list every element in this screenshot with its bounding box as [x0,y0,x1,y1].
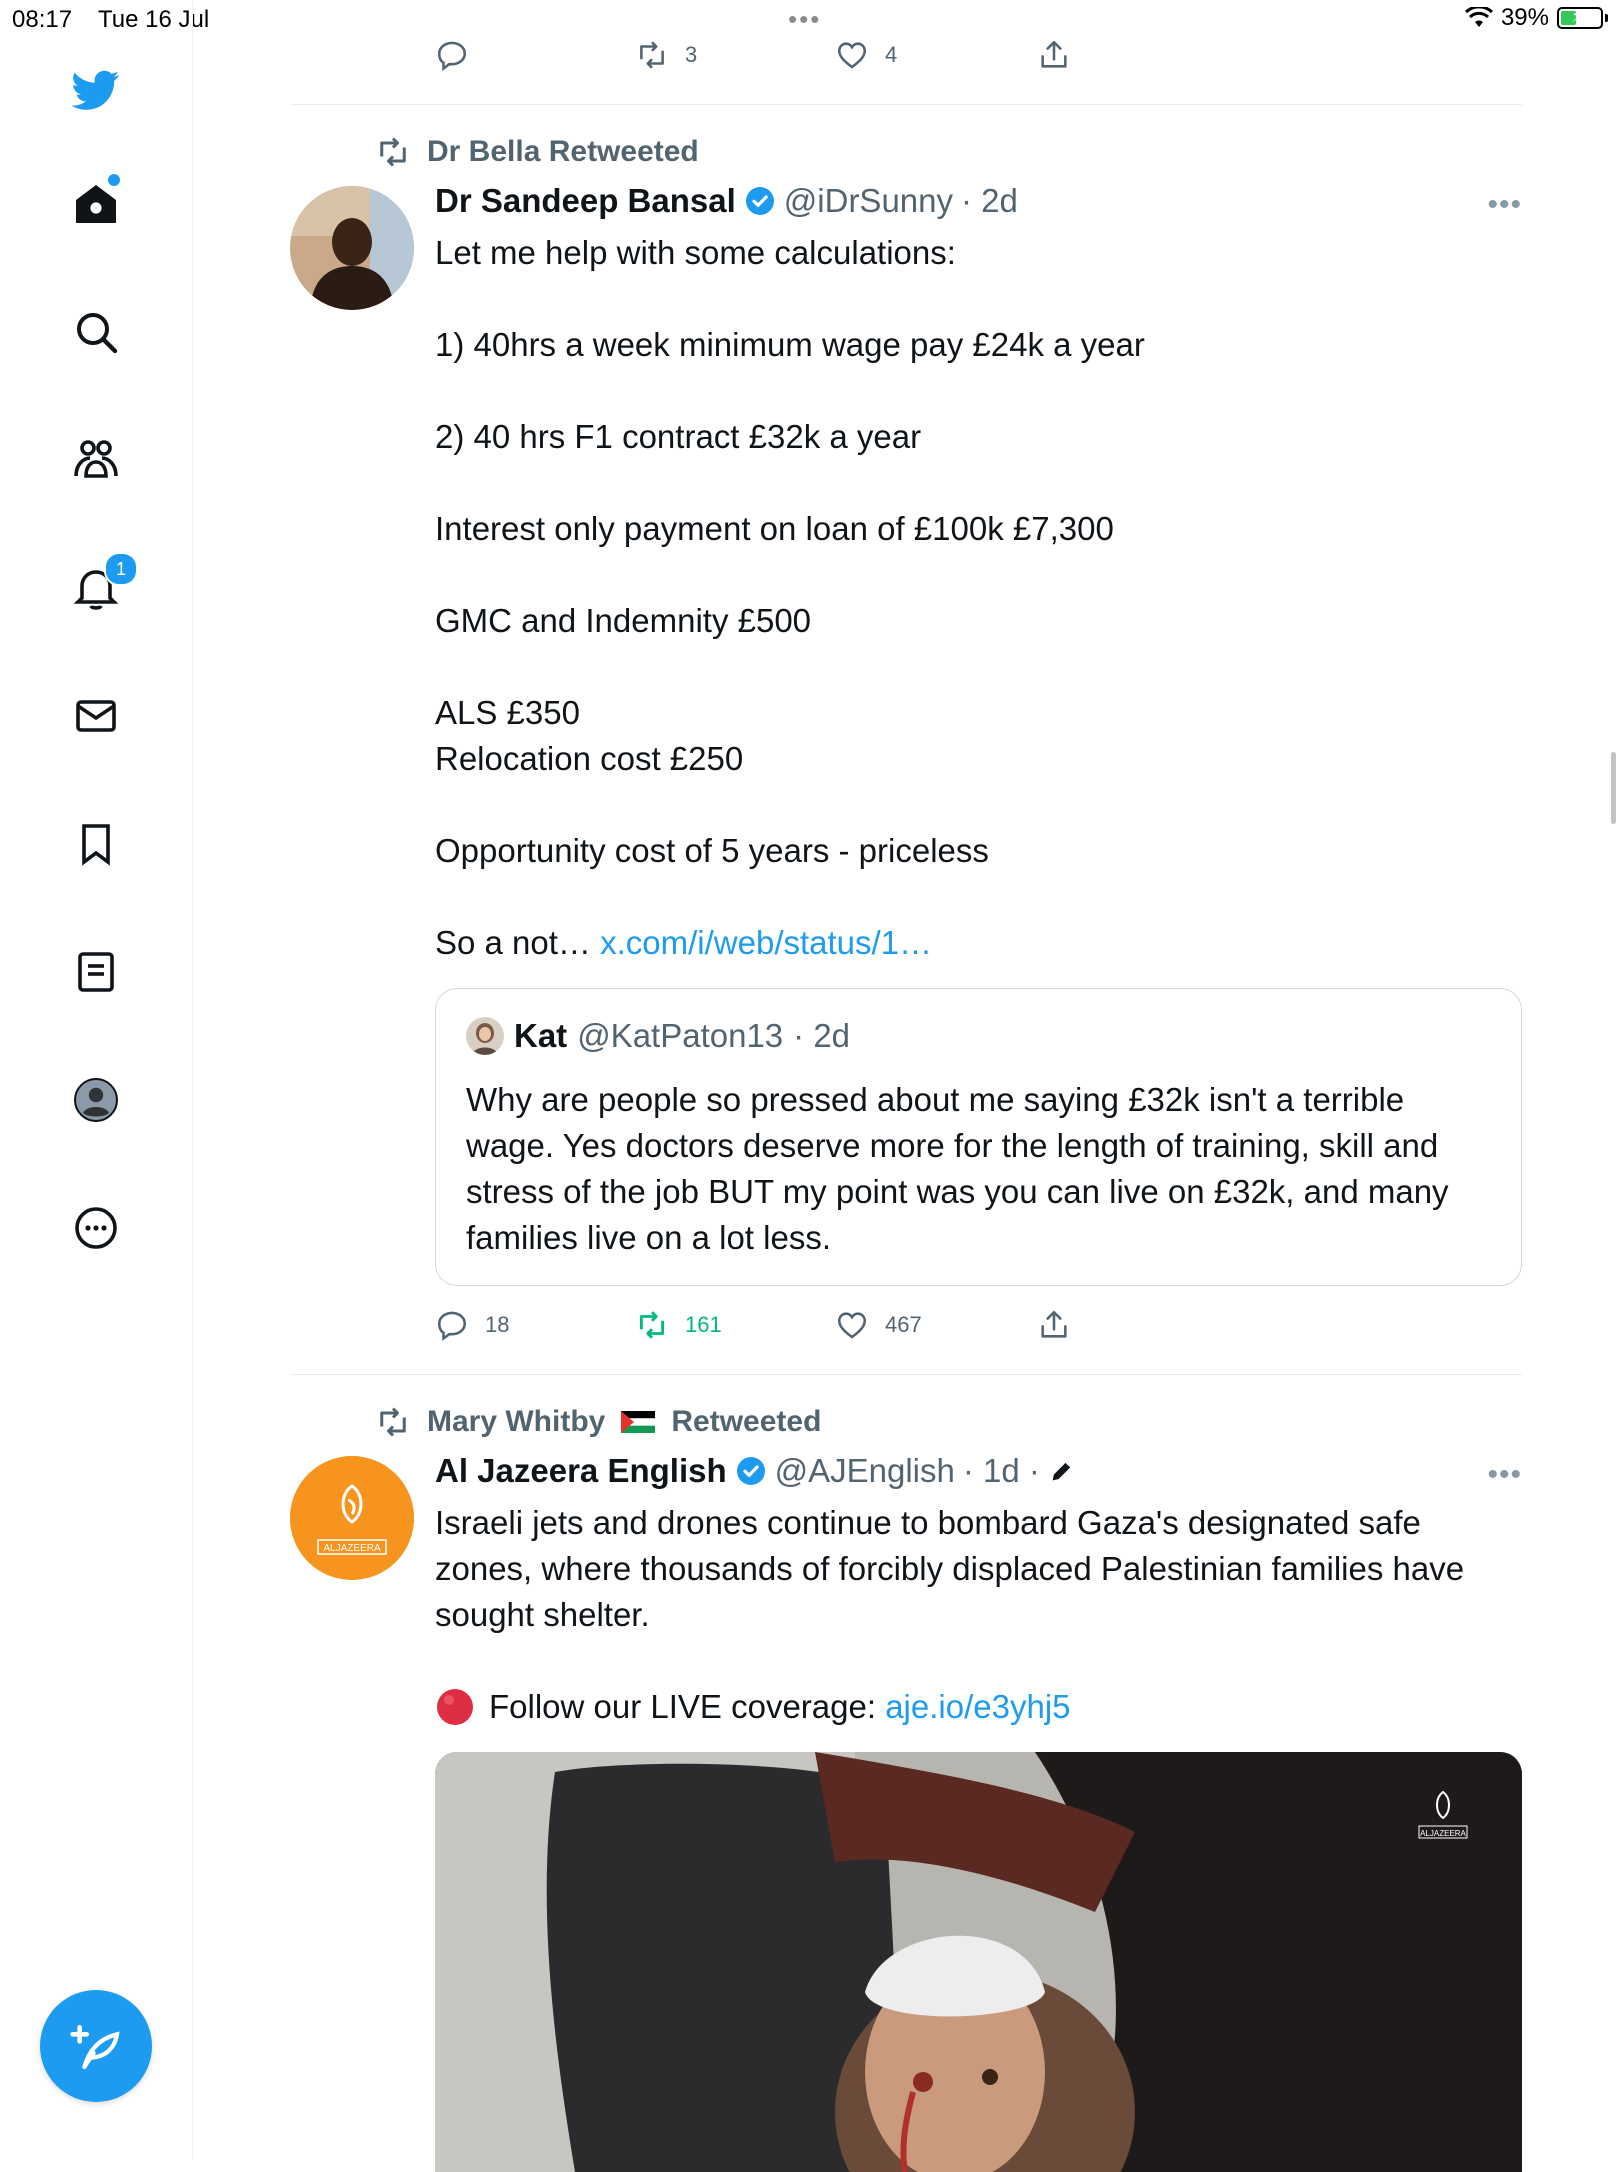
more-options-icon[interactable] [64,1196,128,1260]
watermark-text: ALJAZEERA [1420,1829,1466,1838]
author-avatar[interactable] [290,186,414,310]
author-handle[interactable]: @iDrSunny [784,182,953,220]
profile-avatar-icon[interactable] [64,1068,128,1132]
prev-tweet-actions: 3 4 [435,38,1071,72]
notifications-badge: 1 [104,552,138,586]
retweet-icon [380,1407,406,1437]
twitter-logo-icon[interactable] [64,58,128,122]
status-indicators: 39% ⚡ [1464,4,1608,32]
reply-icon [437,1311,467,1342]
tweet-body: Let me help with some calculations: 1) 4… [435,234,1145,961]
like-count: 467 [885,1312,922,1337]
quoted-tweet[interactable]: Kat @KatPaton13 · 2d Why are people so p… [435,988,1522,1286]
like-button[interactable]: 4 [835,38,1037,72]
notifications-bell-icon[interactable]: 1 [64,552,138,620]
retweeter-name[interactable]: Mary Whitby [427,1405,605,1439]
retweet-context-text[interactable]: Dr Bella Retweeted [427,135,699,169]
share-icon [1041,40,1067,68]
heart-icon [837,1312,867,1339]
reply-button[interactable] [435,38,635,72]
retweet-context: Dr Bella Retweeted [375,134,699,170]
wifi-icon [1464,7,1493,27]
edited-pencil-icon[interactable] [1048,1457,1076,1485]
tweet-timestamp[interactable]: · 1d · [963,1452,1040,1490]
battery-percent: 39% [1500,4,1549,31]
quoted-author-name: Kat [514,1017,568,1054]
author-avatar[interactable]: ALJAZEERA [290,1456,414,1580]
tweet-text: Let me help with some calculations: 1) 4… [435,230,1525,966]
verified-badge-icon [745,187,774,215]
bookmarks-icon[interactable] [64,812,128,876]
battery-icon: ⚡ [1557,6,1603,29]
quoted-tweet-header: Kat @KatPaton13 · 2d [466,1017,850,1055]
tweet-divider [290,1374,1522,1375]
live-coverage-link[interactable]: aje.io/e3yhj5 [885,1684,1070,1730]
retweet-context-suffix: Retweeted [671,1405,822,1438]
retweet-count: 161 [685,1312,722,1337]
reply-count: 18 [485,1312,510,1337]
like-count: 4 [885,42,898,67]
retweet-button[interactable]: 161 [635,1308,835,1342]
compose-tweet-button[interactable] [40,1990,152,2102]
tweet-header: Dr Sandeep Bansal @iDrSunny · 2d [435,182,1018,220]
live-coverage-text: Follow our LIVE coverage: [489,1688,886,1725]
home-icon[interactable] [64,172,128,236]
share-button[interactable] [1037,1308,1071,1342]
quoted-tweet-text: Why are people so pressed about me sayin… [466,1081,1449,1256]
retweet-button[interactable]: 3 [635,38,835,72]
tweet-timestamp[interactable]: · 2d [961,182,1018,220]
red-circle-icon [437,1689,473,1725]
live-coverage-line: Follow our LIVE coverage: aje.io/e3yhj5 [435,1684,1525,1730]
tweet-header: Al Jazeera English @AJEnglish · 1d · [435,1452,1076,1490]
palestine-flag-icon [621,1411,656,1433]
retweet-count: 3 [685,42,698,67]
quoted-author-avatar [466,1017,504,1055]
tweet-more-icon[interactable]: ••• [1487,1458,1522,1492]
verified-badge-icon [736,1457,765,1485]
reply-button[interactable]: 18 [435,1308,635,1342]
sidebar-nav: 1 [0,0,193,2160]
author-handle[interactable]: @AJEnglish [775,1452,955,1490]
charging-bolt-icon: ⚡ [1571,6,1584,26]
communities-icon[interactable] [64,428,128,492]
reply-icon [437,41,467,72]
retweet-icon [380,137,406,167]
tweet-actions: 18 161 467 [435,1308,1071,1342]
author-name[interactable]: Dr Sandeep Bansal [435,182,736,220]
messages-icon[interactable] [64,684,128,748]
status-bar: 08:17 Tue 16 Jul ••• 39% ⚡ [0,0,1620,40]
aljazeera-logo-text: ALJAZEERA [323,1543,381,1554]
share-button[interactable] [1037,38,1071,72]
retweet-icon [640,41,664,69]
retweet-active-icon [639,1311,665,1339]
share-icon [1041,1310,1067,1338]
tweet-more-icon[interactable]: ••• [1487,188,1522,222]
quoted-author-handle: @KatPaton13 [577,1017,784,1054]
tweet-text: Israeli jets and drones continue to bomb… [435,1504,1474,1633]
tweet-divider [290,104,1522,105]
lists-icon[interactable] [64,940,128,1004]
home-unread-dot [108,174,120,186]
battery-tip [1605,14,1608,22]
scrollbar-thumb[interactable] [1611,752,1616,824]
quoted-timestamp: · 2d [793,1017,851,1054]
retweet-context: Mary Whitby Retweeted [375,1404,821,1440]
heart-icon [837,42,867,69]
tweet-link[interactable]: x.com/i/web/status/1… [600,924,932,961]
multitasking-dots-icon[interactable]: ••• [788,4,821,35]
search-icon[interactable] [64,300,128,364]
tweet-media-image[interactable]: ALJAZEERA [435,1752,1522,2172]
author-name[interactable]: Al Jazeera English [435,1452,727,1490]
compose-feather-icon [70,2025,120,2070]
like-button[interactable]: 467 [835,1308,1037,1342]
